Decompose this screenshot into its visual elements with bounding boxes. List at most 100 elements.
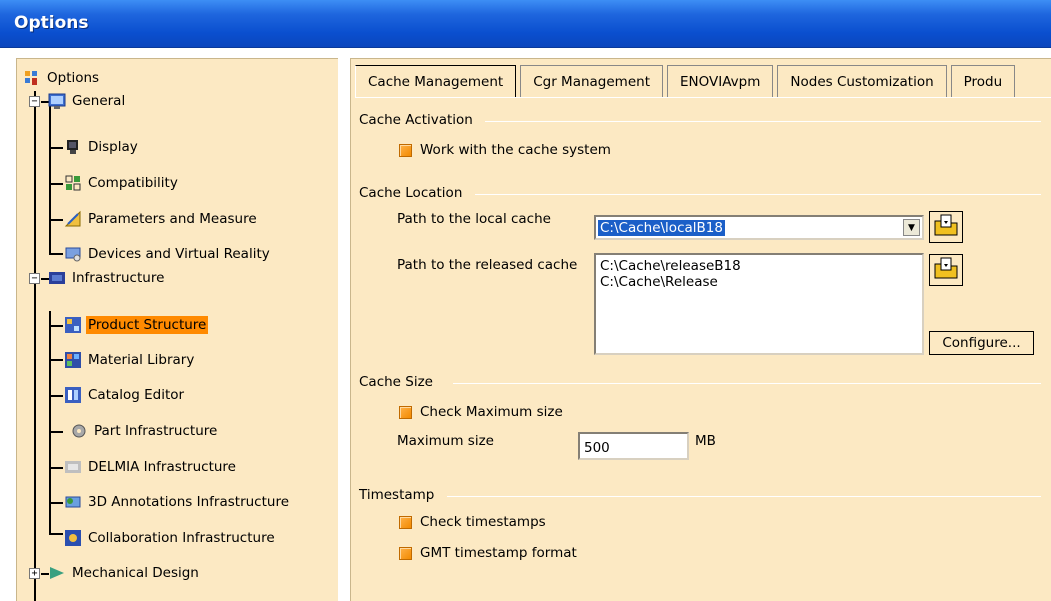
local-cache-combobox[interactable]: C:\Cache\localB18 ▼ [594, 215, 924, 240]
check-timestamps-checkbox[interactable]: Check timestamps [399, 514, 546, 530]
tree-root-label: Options [47, 70, 100, 86]
group-title-timestamp: Timestamp [359, 487, 435, 503]
list-item[interactable]: C:\Cache\Release [600, 274, 918, 290]
tree-root-options[interactable]: Options [23, 67, 101, 89]
checkbox-label: Check Maximum size [420, 404, 563, 420]
check-maximum-size-checkbox[interactable]: Check Maximum size [399, 404, 563, 420]
tree-item-collaboration-infrastructure[interactable]: Collaboration Infrastructure [64, 527, 277, 549]
product-structure-icon [64, 316, 84, 334]
tree-branch [49, 183, 63, 185]
tree-item-label: Mechanical Design [72, 565, 199, 581]
chevron-down-icon[interactable]: ▼ [903, 219, 920, 236]
tree-item-catalog-editor[interactable]: Catalog Editor [64, 384, 186, 406]
tree-item-label: Collaboration Infrastructure [88, 530, 275, 546]
general-icon [48, 92, 68, 110]
tree-branch [49, 325, 63, 327]
tree-item-part-infrastructure[interactable]: Part Infrastructure [70, 420, 219, 442]
material-library-icon [64, 351, 84, 369]
tab-bar: Cache Management Cgr Management ENOVIAvp… [355, 65, 1016, 97]
tab-label: Produ [963, 73, 1003, 90]
tab-enoviavpm[interactable]: ENOVIAvpm [667, 65, 774, 97]
tree-item-compatibility[interactable]: Compatibility [64, 172, 180, 194]
folder-open-icon [933, 213, 959, 241]
tab-cgr-management[interactable]: Cgr Management [520, 65, 663, 97]
collapse-icon[interactable]: − [29, 273, 40, 284]
browse-released-cache-button[interactable] [929, 254, 963, 286]
dialog-client: Options − General Display Compatibility … [0, 48, 1051, 601]
tab-produ[interactable]: Produ [950, 65, 1016, 97]
display-icon [64, 138, 84, 156]
tree-item-label: Parameters and Measure [88, 211, 257, 227]
group-title-cache-location: Cache Location [359, 185, 463, 201]
work-with-cache-checkbox[interactable]: Work with the cache system [399, 142, 611, 158]
checkbox-checked-icon [399, 143, 412, 157]
group-rule [447, 496, 1041, 497]
group-rule [475, 194, 1041, 195]
mechanical-design-icon [48, 564, 68, 582]
checkbox-checked-icon [399, 405, 412, 419]
tab-label: Nodes Customization [790, 73, 934, 90]
tree-item-label: DELMIA Infrastructure [88, 459, 236, 475]
collaboration-icon [64, 529, 84, 547]
tab-underline [355, 97, 1051, 98]
tree-item-label: Part Infrastructure [94, 423, 218, 439]
tree-item-devices-and-virtual-reality[interactable]: Devices and Virtual Reality [64, 243, 272, 265]
tree-item-delmia-infrastructure[interactable]: DELMIA Infrastructure [64, 456, 238, 478]
released-cache-list[interactable]: C:\Cache\releaseB18 C:\Cache\Release [594, 253, 924, 355]
options-icon [23, 69, 43, 87]
tree-line [49, 101, 51, 253]
tab-nodes-customization[interactable]: Nodes Customization [777, 65, 947, 97]
collapse-icon[interactable]: − [29, 96, 40, 107]
tree-branch [49, 359, 63, 361]
tree-branch [49, 219, 63, 221]
list-item[interactable]: C:\Cache\releaseB18 [600, 258, 918, 274]
tree-item-label: Compatibility [88, 175, 178, 191]
tree-branch [49, 533, 63, 535]
tree-branch [49, 395, 63, 397]
expand-icon[interactable]: + [29, 568, 40, 579]
tree-item-display[interactable]: Display [64, 136, 140, 158]
tree-branch [49, 502, 63, 504]
checkbox-checked-icon [399, 515, 412, 529]
infrastructure-icon [48, 269, 68, 287]
tree-branch [49, 147, 63, 149]
tree-item-mechanical-design[interactable]: Mechanical Design [48, 562, 201, 584]
options-panel: Cache Management Cgr Management ENOVIAvp… [350, 58, 1051, 601]
gear-icon [70, 422, 90, 440]
tree-branch [49, 431, 63, 433]
tree-item-label: Devices and Virtual Reality [88, 246, 270, 262]
tree-item-label: General [72, 93, 126, 109]
parameters-icon [64, 210, 84, 228]
group-title-cache-activation: Cache Activation [359, 112, 473, 128]
gmt-timestamp-format-checkbox[interactable]: GMT timestamp format [399, 545, 577, 561]
tree-item-3d-annotations-infrastructure[interactable]: 3D Annotations Infrastructure [64, 491, 291, 513]
tree-item-label: Infrastructure [72, 270, 165, 286]
tree-line [49, 311, 51, 533]
tree-item-infrastructure[interactable]: Infrastructure [48, 267, 166, 289]
tree-item-product-structure[interactable]: Product Structure [64, 314, 209, 336]
tree-item-label: 3D Annotations Infrastructure [88, 494, 290, 510]
released-cache-label: Path to the released cache [397, 257, 578, 273]
tree-item-label: Material Library [88, 352, 195, 368]
tree-item-general[interactable]: General [48, 90, 127, 112]
tree-item-label: Catalog Editor [88, 387, 185, 403]
tab-label: ENOVIAvpm [680, 73, 761, 90]
options-tree: Options − General Display Compatibility … [16, 58, 338, 601]
checkbox-label: Work with the cache system [420, 142, 611, 158]
maximum-size-label: Maximum size [397, 433, 494, 449]
tree-item-material-library[interactable]: Material Library [64, 349, 196, 371]
checkbox-checked-icon [399, 546, 412, 560]
annotations-icon [64, 493, 84, 511]
configure-button[interactable]: Configure... [929, 331, 1034, 355]
tree-item-label: Product Structure [86, 316, 209, 334]
compatibility-icon [64, 174, 84, 192]
tab-cache-management[interactable]: Cache Management [355, 65, 517, 97]
checkbox-label: GMT timestamp format [420, 545, 577, 561]
maximum-size-input[interactable]: 500 [578, 432, 689, 460]
catalog-editor-icon [64, 386, 84, 404]
tree-item-parameters-and-measure[interactable]: Parameters and Measure [64, 208, 259, 230]
delmia-icon [64, 458, 84, 476]
browse-local-cache-button[interactable] [929, 211, 963, 243]
title-bar[interactable]: Options [0, 0, 1051, 48]
group-rule [485, 121, 1041, 122]
